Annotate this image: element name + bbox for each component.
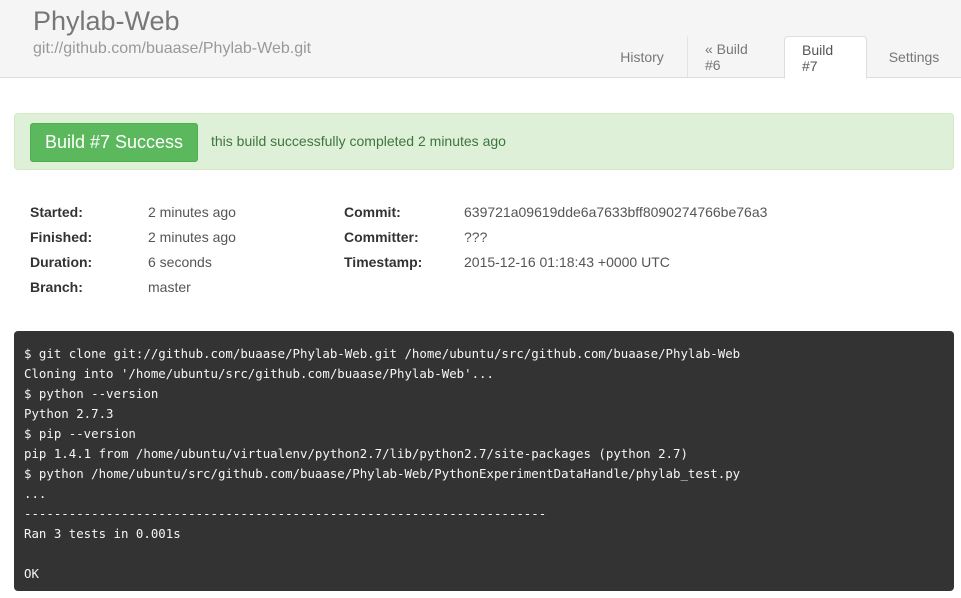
timestamp-value: 2015-12-16 01:18:43 +0000 UTC [464, 254, 670, 270]
page-header: Phylab-Web git://github.com/buaase/Phyla… [0, 0, 961, 79]
tab-history[interactable]: History [597, 36, 687, 78]
tab-current-build[interactable]: Build #7 [784, 36, 867, 79]
console-line: $ git clone git://github.com/buaase/Phyl… [24, 346, 741, 361]
build-tabs: History « Build #6 Build #7 Settings [597, 36, 961, 79]
console-line: OK [24, 566, 39, 581]
console-line: $ python /home/ubuntu/src/github.com/bua… [24, 466, 741, 481]
branch-label: Branch: [30, 279, 83, 295]
build-status-message: this build successfully completed 2 minu… [211, 133, 506, 149]
console-line: pip 1.4.1 from /home/ubuntu/virtualenv/p… [24, 446, 688, 461]
branch-value: master [148, 279, 191, 295]
build-status-button[interactable]: Build #7 Success [30, 123, 198, 162]
committer-value: ??? [464, 229, 488, 245]
console-line: Ran 3 tests in 0.001s [24, 526, 181, 541]
commit-value[interactable]: 639721a09619dde6a7633bff8090274766be76a3 [464, 204, 767, 220]
started-label: Started: [30, 204, 83, 220]
build-console-output[interactable]: $ git clone git://github.com/buaase/Phyl… [14, 331, 954, 591]
tab-previous-build[interactable]: « Build #6 [687, 36, 784, 78]
console-line: Python 2.7.3 [24, 406, 114, 421]
tab-settings[interactable]: Settings [867, 36, 961, 78]
finished-label: Finished: [30, 229, 93, 245]
duration-value: 6 seconds [148, 254, 212, 270]
repo-title[interactable]: Phylab-Web [33, 6, 180, 37]
commit-label: Commit: [344, 204, 401, 220]
console-line: ----------------------------------------… [24, 506, 547, 521]
timestamp-label: Timestamp: [344, 254, 423, 270]
finished-value: 2 minutes ago [148, 229, 236, 245]
console-line: $ python --version [24, 386, 159, 401]
build-status-alert: Build #7 Success this build successfully… [14, 113, 954, 170]
console-line: Cloning into '/home/ubuntu/src/github.co… [24, 366, 494, 381]
duration-label: Duration: [30, 254, 93, 270]
console-line: ... [24, 486, 47, 501]
committer-label: Committer: [344, 229, 419, 245]
console-line: $ pip --version [24, 426, 136, 441]
started-value: 2 minutes ago [148, 204, 236, 220]
repo-url: git://github.com/buaase/Phylab-Web.git [33, 40, 312, 57]
build-details: Started: 2 minutes ago Finished: 2 minut… [0, 202, 961, 302]
